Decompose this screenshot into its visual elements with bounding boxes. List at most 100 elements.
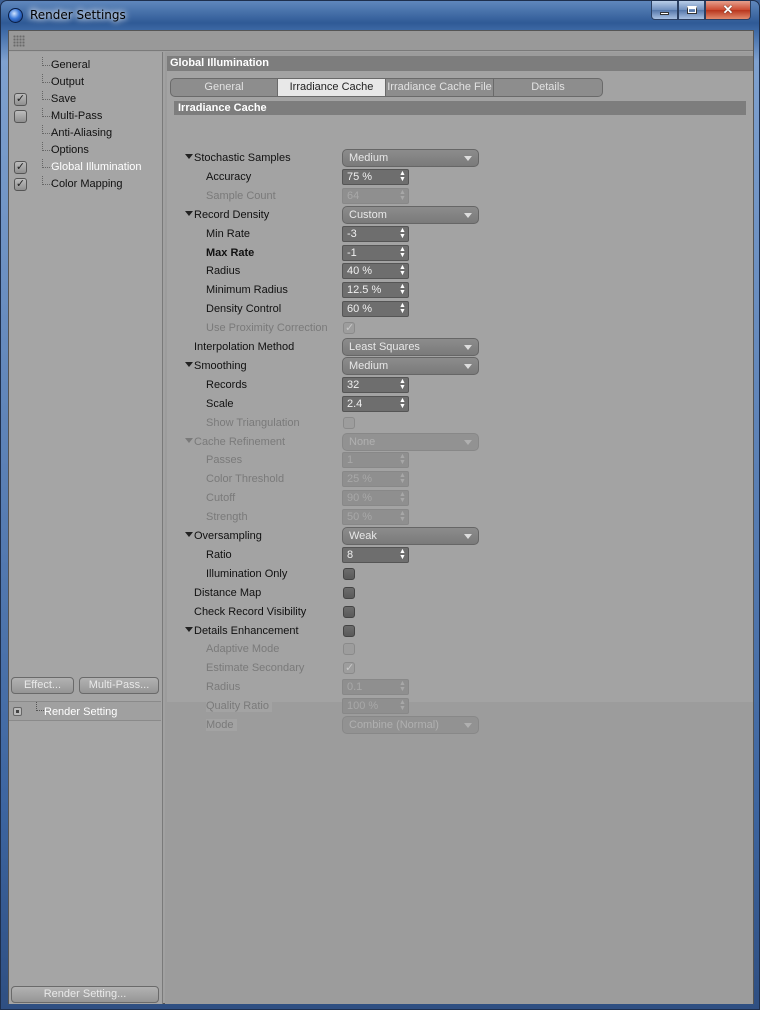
spinner-arrows-icon[interactable]: ▲ ▼ bbox=[399, 264, 406, 277]
setting-row-smoothing: Smoothing Medium bbox=[165, 357, 745, 376]
setting-label-text: Smoothing bbox=[194, 360, 250, 372]
dropdown[interactable]: Medium bbox=[342, 357, 479, 375]
expand-triangle-icon[interactable] bbox=[185, 532, 193, 537]
setting-row-density-control: Density Control 60 % ▲ ▼ bbox=[165, 301, 745, 319]
dropdown[interactable]: Custom bbox=[342, 206, 479, 224]
setting-label: Radius bbox=[206, 681, 338, 693]
number-field[interactable]: 2.4 ▲ ▼ bbox=[342, 396, 409, 412]
spinner-arrows-icon: ▲ ▼ bbox=[399, 453, 406, 466]
sidebar-item-save[interactable]: ✓ Save bbox=[9, 91, 159, 108]
setting-label: Passes bbox=[206, 454, 338, 466]
number-field-value: 40 % bbox=[347, 265, 373, 277]
multi-pass-button[interactable]: Multi-Pass... bbox=[79, 677, 159, 694]
number-field[interactable]: 32 ▲ ▼ bbox=[342, 377, 409, 393]
checkbox[interactable] bbox=[343, 587, 355, 599]
setting-label: Estimate Secondary bbox=[206, 662, 338, 674]
setting-label: Stochastic Samples bbox=[194, 152, 338, 164]
spinner-arrows-icon[interactable]: ▲ ▼ bbox=[399, 170, 406, 183]
sidebar-item-output[interactable]: Output bbox=[9, 74, 159, 91]
sidebar-item-checkbox[interactable]: ✓ bbox=[14, 161, 27, 174]
dropdown[interactable]: Least Squares bbox=[342, 338, 479, 356]
expand-triangle-icon[interactable] bbox=[185, 154, 193, 159]
dropdown[interactable]: Weak bbox=[342, 527, 479, 545]
setting-row-record-density: Record Density Custom bbox=[165, 206, 745, 225]
setting-label-text: Details Enhancement bbox=[194, 625, 302, 637]
spinner-arrows-icon[interactable]: ▲ ▼ bbox=[399, 283, 406, 296]
setting-label-text: Use Proximity Correction bbox=[206, 322, 331, 334]
number-field: 50 % ▲ ▼ bbox=[342, 509, 409, 525]
setting-row-min-rate: Min Rate -3 ▲ ▼ bbox=[165, 226, 745, 244]
checkbox[interactable] bbox=[343, 568, 355, 580]
grip-icon[interactable] bbox=[13, 35, 25, 47]
setting-label: Cutoff bbox=[206, 492, 338, 504]
tab-general[interactable]: General bbox=[171, 79, 278, 96]
render-setting-active-icon[interactable] bbox=[13, 707, 22, 716]
dropdown[interactable]: Medium bbox=[342, 149, 479, 167]
setting-label-text: Density Control bbox=[206, 303, 285, 315]
close-button[interactable]: ✕ bbox=[705, 1, 751, 20]
setting-row-interpolation-method: Interpolation Method Least Squares bbox=[165, 338, 745, 357]
checkbox[interactable] bbox=[343, 625, 355, 637]
sidebar-item-checkbox[interactable]: ✓ bbox=[14, 93, 27, 106]
spinner-arrows-icon[interactable]: ▲ ▼ bbox=[399, 302, 406, 315]
sidebar-item-label: General bbox=[51, 59, 91, 71]
sidebar-item-general[interactable]: General bbox=[9, 57, 159, 74]
tab-details[interactable]: Details bbox=[494, 79, 602, 96]
number-field[interactable]: 60 % ▲ ▼ bbox=[342, 301, 409, 317]
render-setting-button[interactable]: Render Setting... bbox=[11, 986, 159, 1003]
expand-triangle-icon[interactable] bbox=[185, 438, 193, 443]
spinner-arrows-icon[interactable]: ▲ ▼ bbox=[399, 548, 406, 561]
setting-label-text: Sample Count bbox=[206, 190, 279, 202]
tab-irradiance-cache[interactable]: Irradiance Cache bbox=[278, 79, 386, 96]
spinner-arrows-icon[interactable]: ▲ ▼ bbox=[399, 246, 406, 259]
spinner-arrows-icon[interactable]: ▲ ▼ bbox=[399, 227, 406, 240]
expand-triangle-icon[interactable] bbox=[185, 362, 193, 367]
setting-row-passes: Passes 1 ▲ ▼ bbox=[165, 452, 745, 470]
setting-row-strength: Strength 50 % ▲ ▼ bbox=[165, 509, 745, 527]
setting-row-sample-count: Sample Count 64 ▲ ▼ bbox=[165, 188, 745, 206]
sidebar-item-multi-pass[interactable]: Multi-Pass bbox=[9, 108, 159, 125]
spinner-arrows-icon[interactable]: ▲ ▼ bbox=[399, 378, 406, 391]
expand-triangle-icon[interactable] bbox=[185, 211, 193, 216]
spinner-arrows-icon: ▲ ▼ bbox=[399, 680, 406, 693]
effect-button[interactable]: Effect... bbox=[11, 677, 74, 694]
setting-label-text: Show Triangulation bbox=[206, 417, 303, 429]
dropdown-value: Medium bbox=[349, 152, 389, 164]
dropdown: Combine (Normal) bbox=[342, 716, 479, 734]
tab-irradiance-cache-file[interactable]: Irradiance Cache File bbox=[386, 79, 494, 96]
setting-label-text: Passes bbox=[206, 454, 246, 466]
number-field[interactable]: 40 % ▲ ▼ bbox=[342, 263, 409, 279]
maximize-button[interactable] bbox=[678, 1, 705, 20]
setting-label: Color Threshold bbox=[206, 473, 338, 485]
checkbox[interactable] bbox=[343, 606, 355, 618]
sidebar-item-color-mapping[interactable]: ✓ Color Mapping bbox=[9, 176, 159, 193]
minimize-button[interactable] bbox=[651, 1, 678, 20]
setting-label-text: Interpolation Method bbox=[194, 341, 298, 353]
chevron-down-icon bbox=[464, 345, 472, 350]
sidebar-item-global-illumination[interactable]: ✓ Global Illumination bbox=[9, 159, 159, 176]
setting-label: Cache Refinement bbox=[194, 436, 338, 448]
number-field[interactable]: 75 % ▲ ▼ bbox=[342, 169, 409, 185]
sidebar-item-anti-aliasing[interactable]: Anti-Aliasing bbox=[9, 125, 159, 142]
expand-triangle-icon[interactable] bbox=[185, 627, 193, 632]
number-field[interactable]: 8 ▲ ▼ bbox=[342, 547, 409, 563]
setting-row-radius: Radius 40 % ▲ ▼ bbox=[165, 263, 745, 281]
render-setting-item[interactable]: Render Setting bbox=[44, 706, 117, 718]
dropdown-value: Custom bbox=[349, 209, 387, 221]
dropdown: None bbox=[342, 433, 479, 451]
sidebar-item-options[interactable]: Options bbox=[9, 142, 159, 159]
setting-label-text: Quality Ratio bbox=[206, 700, 272, 712]
number-field[interactable]: -3 ▲ ▼ bbox=[342, 226, 409, 242]
setting-label: Minimum Radius bbox=[206, 284, 338, 296]
number-field[interactable]: -1 ▲ ▼ bbox=[342, 245, 409, 261]
checkbox bbox=[343, 417, 355, 429]
spinner-arrows-icon: ▲ ▼ bbox=[399, 189, 406, 202]
number-field[interactable]: 12.5 % ▲ ▼ bbox=[342, 282, 409, 298]
setting-row-cutoff: Cutoff 90 % ▲ ▼ bbox=[165, 490, 745, 508]
number-field-value: 50 % bbox=[347, 511, 373, 523]
spinner-arrows-icon[interactable]: ▲ ▼ bbox=[399, 397, 406, 410]
sidebar-item-checkbox[interactable]: ✓ bbox=[14, 178, 27, 191]
sidebar-item-checkbox[interactable] bbox=[14, 110, 27, 123]
title-bar[interactable]: Render Settings ✕ bbox=[1, 1, 759, 29]
setting-label-text: Color Threshold bbox=[206, 473, 288, 485]
